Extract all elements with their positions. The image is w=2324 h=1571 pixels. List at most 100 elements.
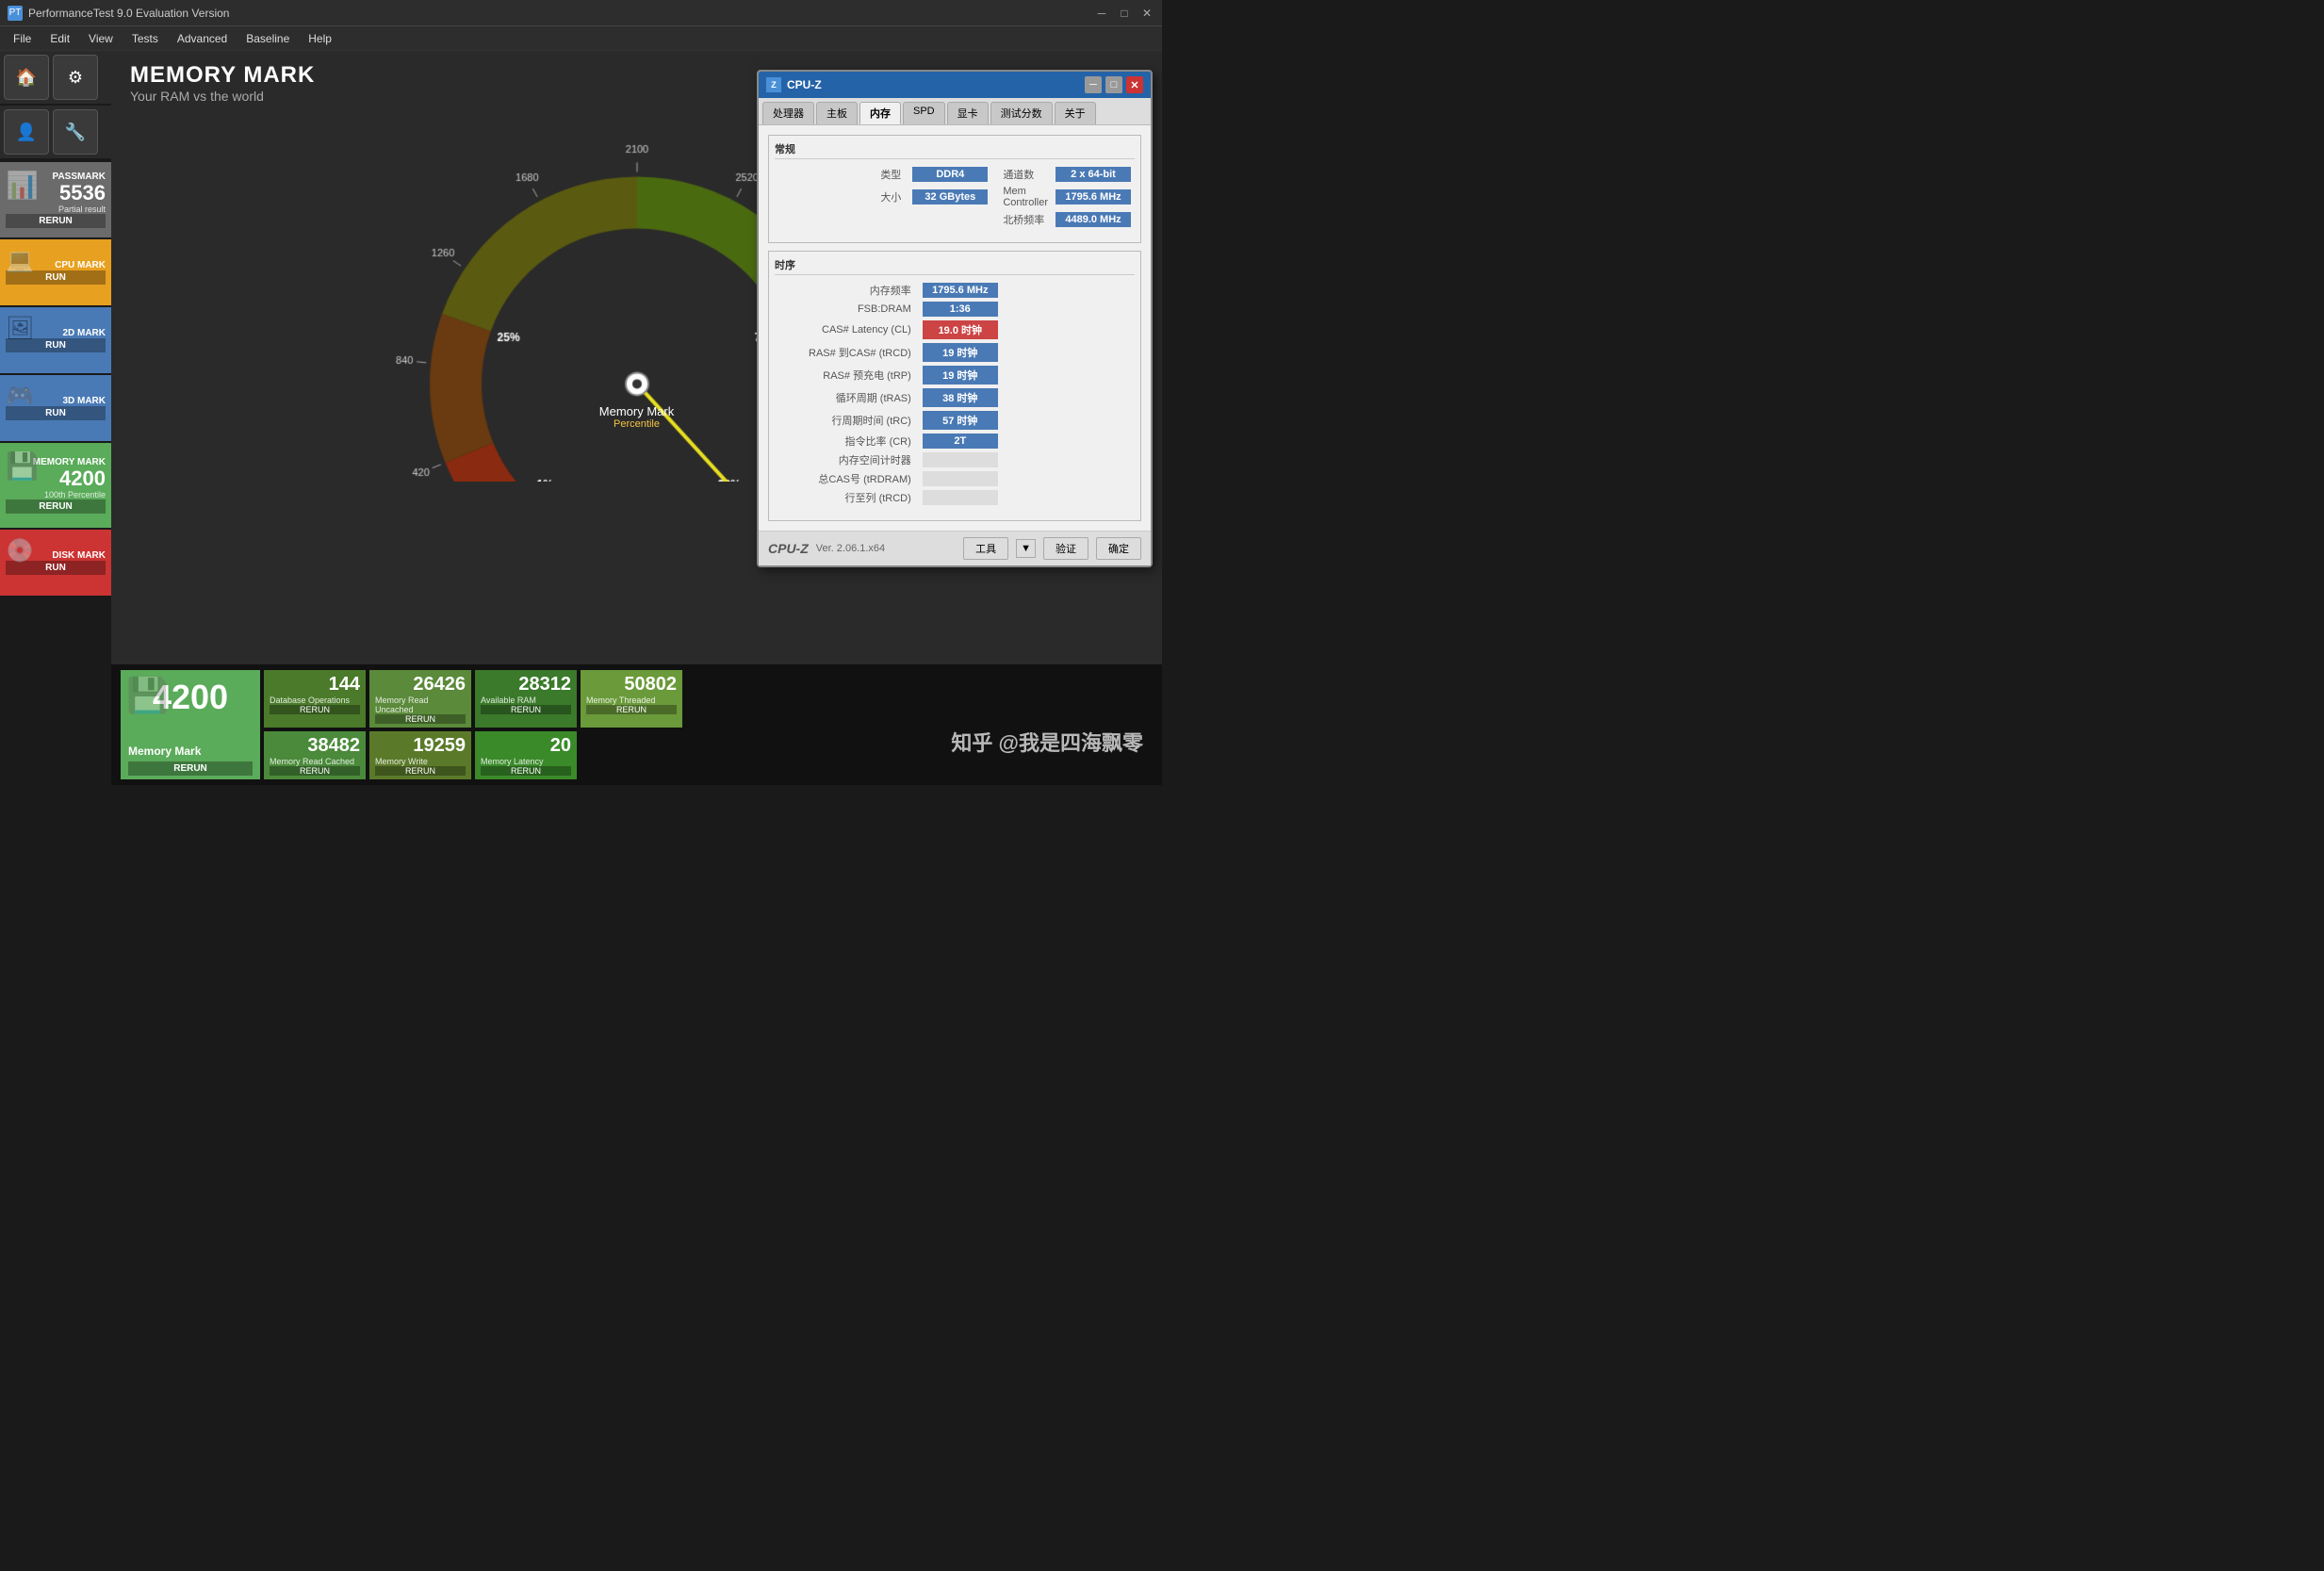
settings-icon-btn[interactable]: ⚙ (53, 55, 98, 100)
wrench-icon-btn[interactable]: 🔧 (53, 109, 98, 155)
table-row: 总CAS号 (tRDRAM) (775, 469, 1135, 488)
sidebar: 🏠 ⚙ 👤 🔧 📊 PASSMARK 5536 Partial result R… (0, 51, 111, 785)
cpuz-tab-gpu[interactable]: 显卡 (947, 102, 989, 124)
result-readuncached-value: 26426 (375, 674, 466, 695)
cpuz-tab-memory[interactable]: 内存 (859, 102, 901, 124)
trc-label: 行周期时间 (tRC) (775, 409, 919, 432)
passmark-rerun[interactable]: RERUN (6, 214, 106, 228)
rowcol-value (923, 490, 998, 505)
cpuz-tools-btn[interactable]: 工具 (963, 537, 1008, 560)
cpuz-tab-bench[interactable]: 测试分数 (990, 102, 1053, 124)
fsbdram-label: FSB:DRAM (775, 300, 919, 319)
table-row: 行周期时间 (tRC) 57 时钟 (775, 409, 1135, 432)
result-readuncached-rerun[interactable]: RERUN (375, 714, 466, 724)
cpuz-version: Ver. 2.06.1.x64 (816, 543, 956, 554)
table-row: FSB:DRAM 1:36 (775, 300, 1135, 319)
sidebar-disk[interactable]: 💿 DISK MARK RUN (0, 530, 111, 596)
menu-advanced[interactable]: Advanced (168, 30, 237, 47)
menu-help[interactable]: Help (299, 30, 341, 47)
app-icon: PT (8, 6, 23, 21)
result-card-db: 144 Database Operations RERUN (264, 670, 366, 728)
sidebar-passmark[interactable]: 📊 PASSMARK 5536 Partial result RERUN (0, 162, 111, 237)
result-card-latency: 20 Memory Latency RERUN (475, 731, 577, 779)
cpuz-tools-dropdown[interactable]: ▼ (1016, 539, 1036, 558)
memtimer-label: 内存空间计时器 (775, 450, 919, 469)
cpuz-ok-btn[interactable]: 确定 (1096, 537, 1141, 560)
trp-value: 19 时钟 (923, 366, 998, 385)
cpuz-maximize[interactable]: □ (1105, 76, 1122, 93)
cpuz-verify-btn[interactable]: 验证 (1043, 537, 1088, 560)
cpuz-minimize[interactable]: ─ (1085, 76, 1102, 93)
result-card-availram: 28312 Available RAM RERUN (475, 670, 577, 728)
tras-label: 循环周期 (tRAS) (775, 386, 919, 409)
trcd-label: RAS# 到CAS# (tRCD) (775, 341, 919, 364)
table-row: 指令比率 (CR) 2T (775, 432, 1135, 450)
nav-icons-row2: 👤 🔧 (0, 106, 111, 158)
cpuz-tab-cpu[interactable]: 处理器 (762, 102, 814, 124)
result-write-rerun[interactable]: RERUN (375, 766, 466, 776)
trp-label: RAS# 预充电 (tRP) (775, 364, 919, 386)
memory-rerun[interactable]: RERUN (6, 499, 106, 514)
trc-value: 57 时钟 (923, 411, 998, 430)
result-availram-rerun[interactable]: RERUN (481, 705, 571, 714)
table-row: 循环周期 (tRAS) 38 时钟 (775, 386, 1135, 409)
gauge-label: Memory Mark (599, 404, 674, 418)
tras-value: 38 时钟 (923, 388, 998, 407)
result-row-1: 144 Database Operations RERUN 26426 Memo… (264, 670, 1153, 728)
table-row: 北桥频率 4489.0 MHz (775, 210, 1135, 229)
cpuz-timing-table: 内存频率 1795.6 MHz FSB:DRAM 1:36 CAS# Laten… (775, 281, 1135, 507)
cpuz-tab-mb[interactable]: 主板 (816, 102, 858, 124)
result-card-readcached: 38482 Memory Read Cached RERUN (264, 731, 366, 779)
cpuz-close[interactable]: ✕ (1126, 76, 1143, 93)
result-threaded-value: 50802 (586, 674, 677, 695)
sidebar-cpumark[interactable]: 💻 CPU MARK RUN (0, 239, 111, 305)
cpuz-timing-section: 时序 内存频率 1795.6 MHz FSB:DRAM 1:36 CAS# La… (768, 251, 1141, 521)
rowcol-label: 行至列 (tRCD) (775, 488, 919, 507)
cpuz-brand: CPU-Z (768, 541, 809, 556)
menu-file[interactable]: File (4, 30, 41, 47)
table-row: CAS# Latency (CL) 19.0 时钟 (775, 319, 1135, 341)
menu-view[interactable]: View (79, 30, 123, 47)
close-button[interactable]: ✕ (1139, 6, 1154, 21)
sidebar-3dmark[interactable]: 🎮 3D MARK RUN (0, 375, 111, 441)
result-threaded-rerun[interactable]: RERUN (586, 705, 677, 714)
sidebar-memory[interactable]: 💾 MEMORY MARK 4200 100th Percentile RERU… (0, 443, 111, 528)
cpuz-titlebar: Z CPU-Z ─ □ ✕ (759, 72, 1151, 98)
trdram-value (923, 471, 998, 486)
type-label: 类型 (775, 165, 908, 184)
result-write-value: 19259 (375, 735, 466, 757)
minimize-button[interactable]: ─ (1094, 6, 1109, 21)
result-main-rerun[interactable]: RERUN (128, 761, 253, 776)
home-icon-btn[interactable]: 🏠 (4, 55, 49, 100)
result-db-label: Database Operations (270, 695, 360, 705)
channels-label: 通道数 (991, 165, 1052, 184)
cpuz-footer: CPU-Z Ver. 2.06.1.x64 工具 ▼ 验证 确定 (759, 531, 1151, 565)
table-row: RAS# 到CAS# (tRCD) 19 时钟 (775, 341, 1135, 364)
menu-edit[interactable]: Edit (41, 30, 79, 47)
user-icon-btn[interactable]: 👤 (4, 109, 49, 155)
table-row: RAS# 预充电 (tRP) 19 时钟 (775, 364, 1135, 386)
cpuz-dialog: Z CPU-Z ─ □ ✕ 处理器 主板 内存 SPD 显卡 测试分数 关于 (757, 70, 1153, 567)
cpuz-normal-table: 类型 DDR4 通道数 2 x 64-bit 大小 32 GBytes Mem … (775, 165, 1135, 229)
result-card-readuncached: 26426 Memory Read Uncached RERUN (369, 670, 471, 728)
cpuz-normal-title: 常规 (775, 141, 1135, 159)
result-latency-rerun[interactable]: RERUN (481, 766, 571, 776)
memtimer-value (923, 452, 998, 467)
maximize-button[interactable]: □ (1117, 6, 1132, 21)
result-readcached-rerun[interactable]: RERUN (270, 766, 360, 776)
menu-baseline[interactable]: Baseline (237, 30, 299, 47)
cpuz-tab-about[interactable]: 关于 (1055, 102, 1096, 124)
result-db-rerun[interactable]: RERUN (270, 705, 360, 714)
table-row: 类型 DDR4 通道数 2 x 64-bit (775, 165, 1135, 184)
result-latency-value: 20 (481, 735, 571, 757)
fsbdram-value: 1:36 (923, 302, 998, 317)
cpuz-controls: ─ □ ✕ (1085, 76, 1143, 93)
menu-tests[interactable]: Tests (123, 30, 168, 47)
main-layout: 🏠 ⚙ 👤 🔧 📊 PASSMARK 5536 Partial result R… (0, 51, 1162, 785)
result-availram-label: Available RAM (481, 695, 571, 705)
window-controls: ─ □ ✕ (1094, 6, 1154, 21)
sidebar-2dmark[interactable]: 🖼 2D MARK RUN (0, 307, 111, 373)
cpuz-tab-spd[interactable]: SPD (903, 102, 945, 124)
result-cards-grid: 144 Database Operations RERUN 26426 Memo… (264, 670, 1153, 779)
cpuz-title: CPU-Z (787, 78, 1085, 91)
